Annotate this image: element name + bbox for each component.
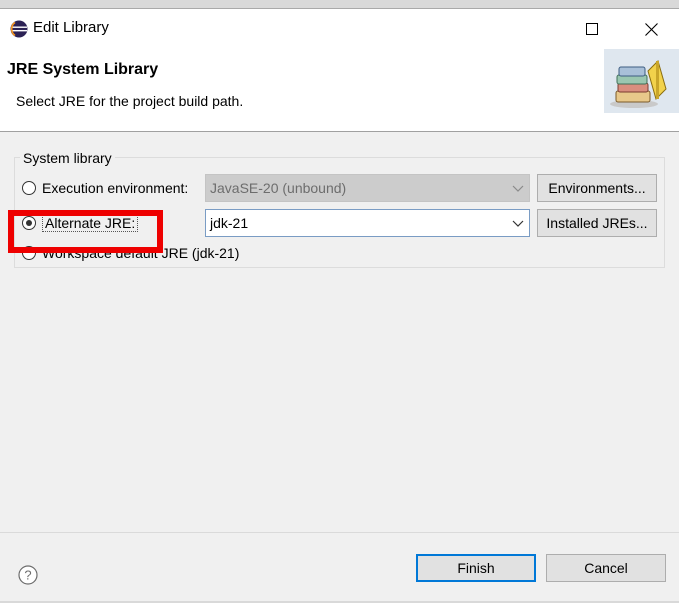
help-icon[interactable]: ?	[18, 565, 38, 585]
alternate-jre-label: Alternate JRE:	[42, 214, 139, 232]
alternate-jre-value: jdk-21	[210, 215, 249, 231]
maximize-icon	[586, 23, 598, 35]
library-books-icon	[604, 49, 679, 113]
svg-text:?: ?	[24, 568, 31, 583]
finish-button[interactable]: Finish	[416, 554, 536, 582]
window-title: Edit Library	[33, 19, 109, 36]
header-description: Select JRE for the project build path.	[16, 93, 244, 109]
close-button[interactable]	[628, 9, 674, 49]
alternate-jre-radio[interactable]	[22, 216, 36, 230]
title-bar: Edit Library	[0, 9, 679, 49]
alternate-jre-option[interactable]: Alternate JRE:	[22, 212, 139, 234]
workspace-default-jre-option[interactable]: Workspace default JRE (jdk-21)	[22, 242, 239, 264]
edit-library-dialog: Edit Library JRE System Library Select J…	[0, 8, 679, 601]
dialog-header: JRE System Library Select JRE for the pr…	[0, 49, 679, 132]
installed-jres-button[interactable]: Installed JREs...	[537, 209, 657, 237]
close-icon	[644, 22, 658, 36]
environments-button[interactable]: Environments...	[537, 174, 657, 202]
alternate-jre-combo[interactable]: jdk-21	[205, 209, 530, 237]
system-library-group-label: System library	[20, 150, 115, 166]
execution-environment-value: JavaSE-20 (unbound)	[210, 180, 347, 196]
eclipse-icon	[10, 20, 28, 38]
execution-environment-combo: JavaSE-20 (unbound)	[205, 174, 530, 202]
execution-environment-label: Execution environment:	[42, 180, 189, 196]
maximize-button[interactable]	[569, 9, 615, 49]
execution-environment-option[interactable]: Execution environment:	[22, 177, 188, 199]
chevron-down-icon	[512, 220, 524, 227]
workspace-default-jre-radio[interactable]	[22, 246, 36, 260]
workspace-default-jre-label: Workspace default JRE (jdk-21)	[42, 245, 240, 261]
execution-environment-radio[interactable]	[22, 181, 36, 195]
header-title: JRE System Library	[7, 61, 159, 78]
footer-divider	[0, 532, 679, 533]
chevron-down-icon	[512, 185, 524, 192]
cancel-button[interactable]: Cancel	[546, 554, 666, 582]
